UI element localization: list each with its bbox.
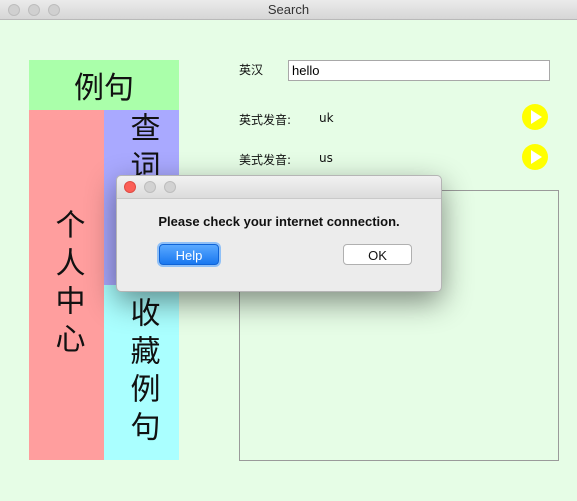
us-play-icon[interactable] xyxy=(522,144,548,170)
uk-play-icon[interactable] xyxy=(522,104,548,130)
dialog-zoom-icon xyxy=(164,181,176,193)
search-input[interactable]: hello xyxy=(288,60,550,81)
alert-dialog: Please check your internet connection. H… xyxy=(116,175,442,292)
personal-center-label: 个人中心 xyxy=(49,209,85,361)
title-bar: Search xyxy=(0,0,577,20)
example-sentences-button[interactable]: 例句 xyxy=(29,60,179,110)
ok-button[interactable]: OK xyxy=(343,244,412,265)
favorite-sentences-label: 收藏例句 xyxy=(124,296,160,449)
window-title: Search xyxy=(267,2,310,17)
dialog-message: Please check your internet connection. xyxy=(158,214,400,229)
dialog-minimize-icon xyxy=(144,181,156,193)
us-pronunciation-value: us xyxy=(319,151,333,165)
personal-center-button[interactable]: 个人中心 xyxy=(29,110,104,460)
favorite-sentences-button[interactable]: 收藏例句 xyxy=(104,285,179,460)
dialog-close-icon[interactable] xyxy=(124,181,136,193)
help-button[interactable]: Help xyxy=(159,244,219,265)
search-mode-label: 英汉 xyxy=(239,63,264,77)
uk-pronunciation-label: 英式发音: xyxy=(239,113,292,127)
us-pronunciation-label: 美式发音: xyxy=(239,153,292,167)
uk-pronunciation-value: uk xyxy=(319,111,334,125)
dialog-title-bar xyxy=(117,176,441,199)
